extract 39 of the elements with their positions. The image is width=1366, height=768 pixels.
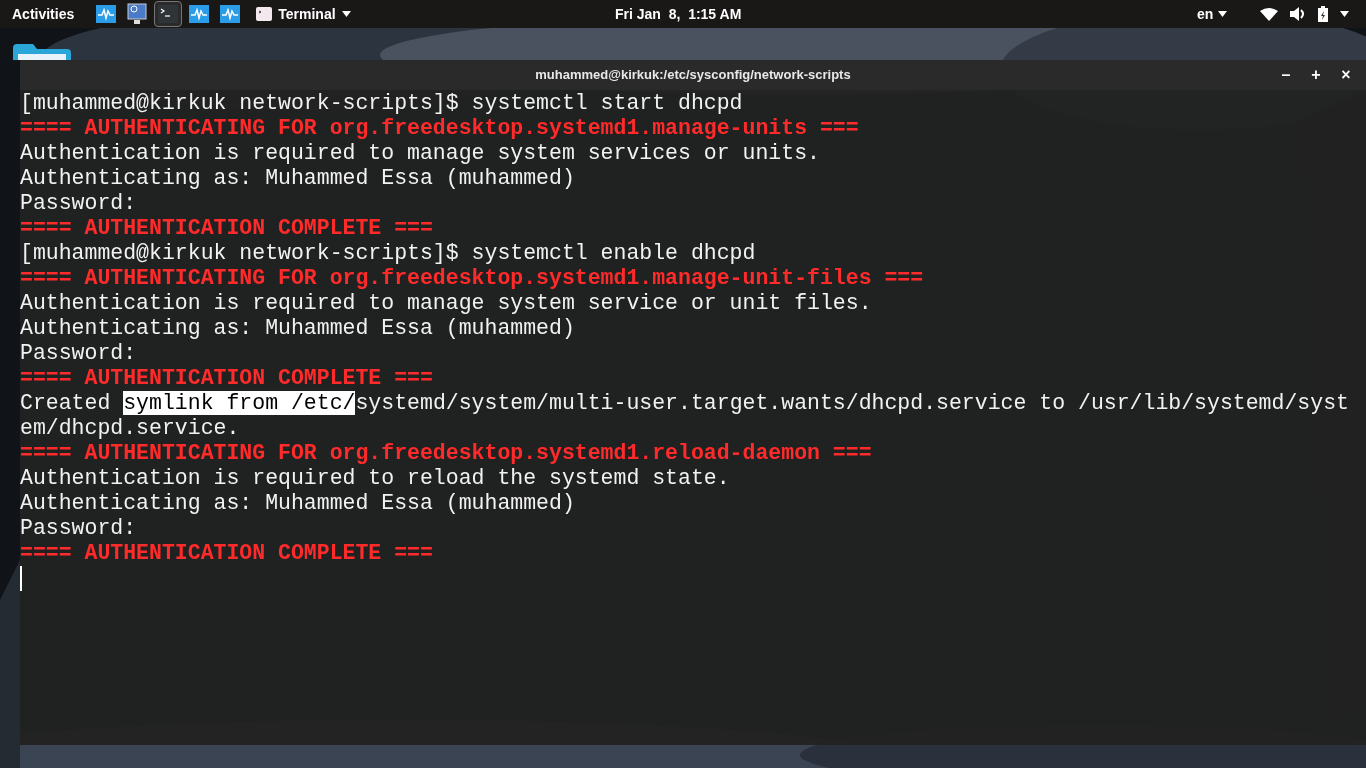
terminal-line: Authenticating as: Muhammed Essa (muhammed) [20, 316, 575, 341]
terminal-line: em/dhcpd.service. [20, 416, 240, 441]
caret-icon [1218, 11, 1228, 17]
activities-button[interactable]: Activities [12, 3, 75, 25]
close-button[interactable]: × [1332, 63, 1360, 87]
terminal-line: Password: [20, 341, 137, 366]
terminal-alert-line: ==== AUTHENTICATING FOR org.freedesktop.systemd1.manage-unit-files === [20, 266, 924, 291]
terminal-line: Password: [20, 191, 137, 216]
wifi-icon[interactable] [1260, 7, 1278, 21]
text-cursor [20, 566, 22, 591]
pulse-icon [189, 5, 210, 23]
volume-icon[interactable] [1290, 7, 1306, 21]
terminal-alert-line: ==== AUTHENTICATION COMPLETE === [20, 216, 433, 241]
terminal-alert-line: ==== AUTHENTICATING FOR org.freedesktop.systemd1.manage-units === [20, 116, 859, 141]
taskbar-button[interactable] [154, 1, 183, 27]
minimize-button[interactable]: – [1272, 63, 1300, 87]
window-title: muhammed@kirkuk:/etc/sysconfig/network-scripts [535, 66, 851, 85]
settings-icon [127, 3, 148, 25]
language-menu[interactable]: en [1197, 3, 1228, 25]
terminal-line: Authentication is required to manage system services or units. [20, 141, 820, 166]
clock[interactable]: Fri Jan 8, 1:15 AM [615, 3, 742, 25]
terminal-alert-line: ==== AUTHENTICATING FOR org.freedesktop.systemd1.reload-daemon === [20, 441, 872, 466]
pulse-icon [96, 5, 117, 23]
terminal-line: Authenticating as: Muhammed Essa (muhammed) [20, 491, 575, 516]
pulse-icon [220, 5, 241, 23]
terminal-alert-line: ==== AUTHENTICATION COMPLETE === [20, 366, 433, 391]
battery-icon[interactable] [1318, 6, 1328, 22]
terminal-line: Password: [20, 516, 137, 541]
terminal-line: Authentication is required to manage system service or unit files. [20, 291, 872, 316]
terminal-line: [muhammed@kirkuk network-scripts]$ systemctl start dhcpd [20, 91, 743, 116]
maximize-button[interactable]: + [1302, 63, 1330, 87]
terminal-line: Authenticating as: Muhammed Essa (muhammed) [20, 166, 575, 191]
caret-icon [341, 11, 351, 17]
app-menu[interactable]: Terminal [256, 3, 351, 25]
terminal-alert-line: ==== AUTHENTICATION COMPLETE === [20, 541, 433, 566]
terminal-line: [muhammed@kirkuk network-scripts]$ systemctl enable dhcpd [20, 241, 756, 266]
system-menu-icon [1340, 11, 1349, 17]
terminal-line: Created symlink from /etc/systemd/system/multi-user.target.wants/dhcpd.service to /usr/lib/systemd/syst [20, 391, 1349, 416]
terminal-line: Authentication is required to reload the systemd state. [20, 466, 730, 491]
